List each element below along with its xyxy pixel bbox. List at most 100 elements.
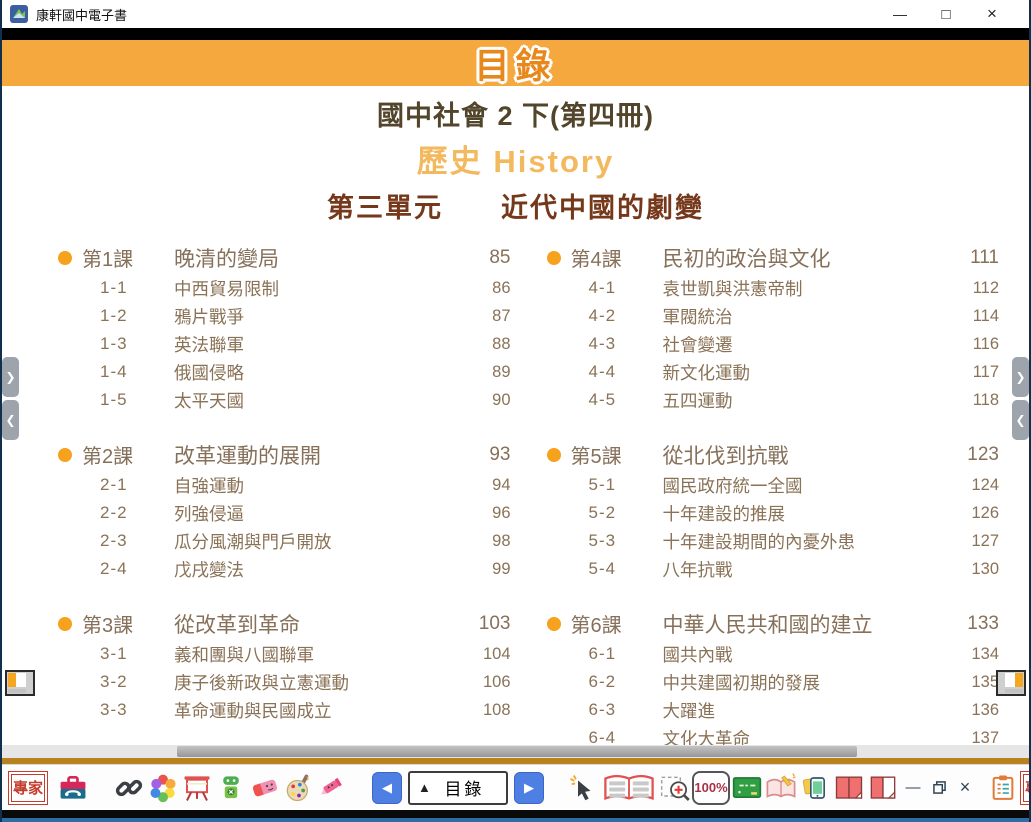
section-title: 瓜分風潮與門戶開放	[174, 529, 332, 554]
section-row[interactable]: 1-2鴉片戰爭87	[58, 302, 511, 330]
section-row[interactable]: 6-1國共內戰134	[547, 640, 1000, 668]
section-number: 2-2	[100, 503, 174, 523]
section-row[interactable]: 4-5五四運動118	[547, 386, 1000, 414]
section-row[interactable]: 2-2列強侵逼96	[58, 499, 511, 527]
lesson-row[interactable]: 第3課從改革到革命103	[58, 607, 511, 640]
section-title: 俄國侵略	[174, 360, 244, 385]
toc-content: 國中社會 2 下(第四冊) 歷史 History 第三單元 近代中國的劇變 第1…	[2, 86, 1029, 758]
zoom-area-icon[interactable]	[658, 770, 692, 806]
section-title: 庚子後新政與立憲運動	[174, 670, 349, 695]
lesson-label: 第5課	[571, 440, 663, 469]
expert-mode-button-left[interactable]: 專家	[8, 771, 48, 805]
section-number: 6-2	[589, 672, 663, 692]
section-number: 4-3	[589, 334, 663, 354]
app-logo-icon	[10, 5, 28, 23]
lesson-title: 中華人民共和國的建立	[663, 609, 873, 639]
robot-icon[interactable]	[214, 770, 248, 806]
clipboard-icon[interactable]	[986, 770, 1020, 806]
section-number: 6-3	[589, 700, 663, 720]
section-row[interactable]: 3-3革命運動與民國成立108	[58, 696, 511, 724]
right-forward-arrow-button[interactable]: ❯	[1012, 357, 1029, 397]
section-title: 列強侵逼	[174, 501, 244, 526]
easel-icon[interactable]	[180, 770, 214, 806]
toolbar-restore-button[interactable]	[926, 773, 952, 803]
lesson-row[interactable]: 第6課中華人民共和國的建立133	[547, 607, 1000, 640]
section-row[interactable]: 6-2中共建國初期的發展135	[547, 668, 1000, 696]
tablet-icon[interactable]	[798, 770, 832, 806]
section-number: 2-1	[100, 475, 174, 495]
page-corner-left-icon[interactable]	[5, 670, 35, 696]
section-row[interactable]: 5-3十年建設期間的內憂外患127	[547, 527, 1000, 555]
toolbox-icon[interactable]	[56, 770, 90, 806]
close-button[interactable]: ×	[969, 4, 1015, 24]
titlebar: 康軒國中電子書 — □ ×	[2, 0, 1029, 28]
page-title: 目錄	[474, 38, 556, 89]
section-row[interactable]: 2-4戊戌變法99	[58, 555, 511, 583]
section-row[interactable]: 3-2庚子後新政與立憲運動106	[58, 668, 511, 696]
pointer-icon[interactable]	[566, 770, 600, 806]
section-page-number: 134	[963, 645, 999, 664]
section-title: 軍閥統治	[663, 304, 733, 329]
section-row[interactable]: 1-3英法聯軍88	[58, 330, 511, 358]
highlighter-icon[interactable]	[316, 770, 350, 806]
section-title: 國共內戰	[663, 642, 733, 667]
prev-page-button[interactable]: ◀	[372, 772, 402, 804]
lesson-row[interactable]: 第5課從北伐到抗戰123	[547, 438, 1000, 471]
lesson-row[interactable]: 第1課晚清的變局85	[58, 241, 511, 274]
left-forward-arrow-button[interactable]: ❯	[2, 357, 19, 397]
section-page-number: 86	[484, 279, 510, 298]
lesson-title: 從改革到革命	[174, 609, 300, 639]
section-row[interactable]: 4-2軍閥統治114	[547, 302, 1000, 330]
workbook-icon[interactable]	[764, 770, 798, 806]
section-row[interactable]: 2-1自強運動94	[58, 471, 511, 499]
horizontal-scrollbar[interactable]	[2, 745, 1029, 758]
single-page-view-icon[interactable]	[866, 770, 900, 806]
two-page-view-icon[interactable]	[832, 770, 866, 806]
page-corner-right-icon[interactable]	[996, 670, 1026, 696]
page-indicator[interactable]: ▲ 目錄	[408, 771, 508, 805]
lesson-row[interactable]: 第4課民初的政治與文化111	[547, 241, 1000, 274]
section-page-number: 106	[475, 673, 511, 692]
section-title: 太平天國	[174, 388, 244, 413]
link-icon[interactable]	[112, 770, 146, 806]
minimize-button[interactable]: —	[877, 6, 923, 22]
eraser-icon[interactable]	[248, 770, 282, 806]
zoom-level-button[interactable]: 100%	[692, 771, 730, 805]
lesson-page-number: 111	[962, 247, 999, 269]
section-number: 5-2	[589, 503, 663, 523]
lesson-group: 第6課中華人民共和國的建立1336-1國共內戰1346-2中共建國初期的發展13…	[547, 607, 1000, 758]
next-page-button[interactable]: ▶	[514, 772, 544, 804]
chalkboard-icon[interactable]	[730, 770, 764, 806]
section-row[interactable]: 5-4八年抗戰130	[547, 555, 1000, 583]
right-back-arrow-button[interactable]: ❮	[1012, 400, 1029, 440]
lesson-row[interactable]: 第2課改革運動的展開93	[58, 438, 511, 471]
toolbar-close-button[interactable]: ×	[952, 773, 978, 803]
section-row[interactable]: 3-1義和團與八國聯軍104	[58, 640, 511, 668]
section-row[interactable]: 5-1國民政府統一全國124	[547, 471, 1000, 499]
section-row[interactable]: 4-1袁世凱與洪憲帝制112	[547, 274, 1000, 302]
section-row[interactable]: 1-1中西貿易限制86	[58, 274, 511, 302]
section-page-number: 90	[484, 391, 510, 410]
section-row[interactable]: 5-2十年建設的推展126	[547, 499, 1000, 527]
expert-mode-button-right[interactable]: 專家	[1020, 771, 1031, 805]
maximize-button[interactable]: □	[923, 6, 969, 23]
section-title: 自強運動	[174, 473, 244, 498]
section-row[interactable]: 1-4俄國侵略89	[58, 358, 511, 386]
section-number: 2-3	[100, 531, 174, 551]
left-back-arrow-button[interactable]: ❮	[2, 400, 19, 440]
app-window: 康軒國中電子書 — □ × 目錄 國中社會 2 下(第四冊) 歷史 Histor…	[0, 0, 1031, 822]
section-number: 2-4	[100, 559, 174, 579]
section-title: 五四運動	[663, 388, 733, 413]
scrollbar-thumb[interactable]	[177, 746, 857, 757]
palette-icon[interactable]	[282, 770, 316, 806]
section-row[interactable]: 2-3瓜分風潮與門戶開放98	[58, 527, 511, 555]
lesson-page-number: 103	[471, 613, 511, 635]
open-book-icon[interactable]	[600, 770, 658, 806]
section-row[interactable]: 4-3社會變遷116	[547, 330, 1000, 358]
toolbar-minimize-button[interactable]: —	[900, 773, 926, 803]
section-title: 英法聯軍	[174, 332, 244, 357]
color-wheel-icon[interactable]	[146, 770, 180, 806]
section-row[interactable]: 6-3大躍進136	[547, 696, 1000, 724]
section-row[interactable]: 1-5太平天國90	[58, 386, 511, 414]
section-row[interactable]: 4-4新文化運動117	[547, 358, 1000, 386]
